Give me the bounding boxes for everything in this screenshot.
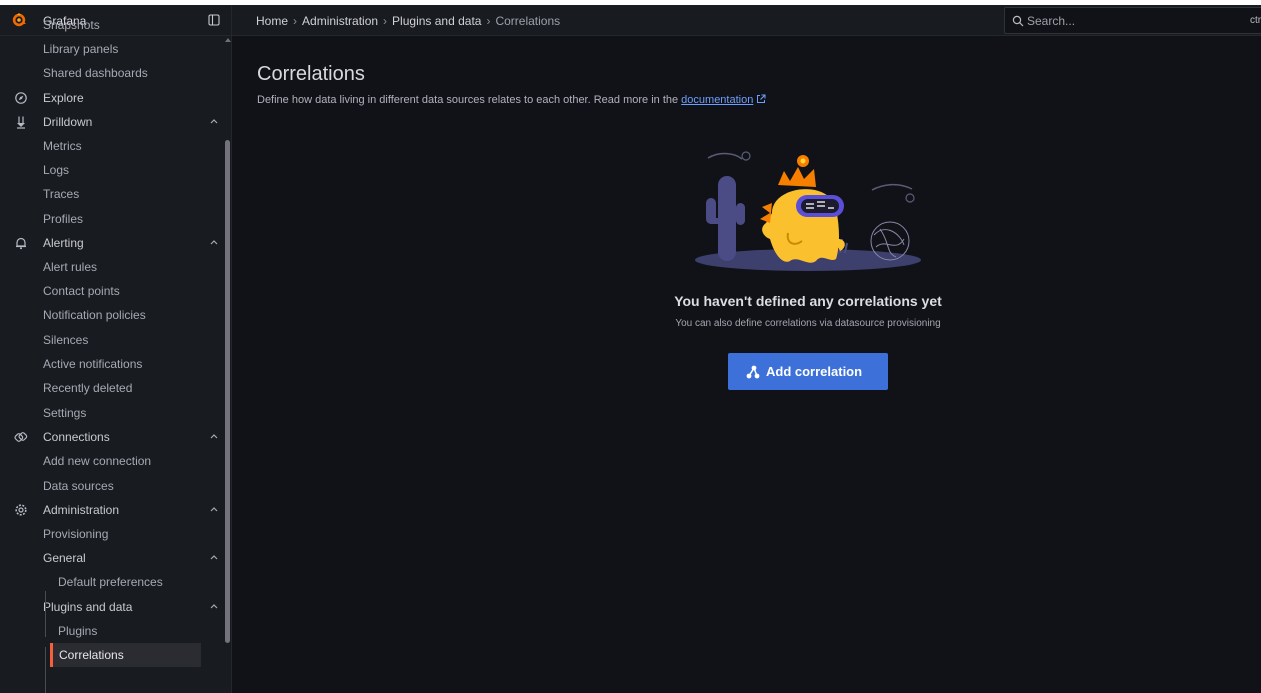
breadcrumb-chevron-icon: › (486, 14, 491, 28)
sidebar-item-data-sources[interactable]: Data sources (0, 474, 222, 498)
sidebar-item-label: Plugins (58, 624, 98, 638)
chevron-up-icon[interactable] (210, 239, 218, 245)
compass-icon (15, 92, 27, 104)
main-content: Correlations Define how data living in d… (232, 36, 1261, 693)
sidebar-item-label: Library panels (43, 42, 119, 56)
empty-state-title: You haven't defined any correlations yet (674, 293, 942, 309)
sidebar-item-label: Recently deleted (43, 381, 133, 395)
page-description: Define how data living in different data… (257, 94, 766, 106)
sidebar-item-plugins[interactable]: Plugins (0, 619, 222, 643)
sidebar-item-label: Shared dashboards (43, 66, 148, 80)
breadcrumb-current: Correlations (495, 14, 561, 28)
sidebar-item-label: Active notifications (43, 357, 143, 371)
add-correlation-button[interactable]: Add correlation (728, 353, 888, 390)
sidebar-item-metrics[interactable]: Metrics (0, 134, 222, 158)
chevron-up-icon[interactable] (210, 506, 218, 512)
sidebar-item-plugins-and-data[interactable]: Plugins and data (0, 595, 222, 619)
sidebar-item-label: Drilldown (43, 115, 93, 129)
sidebar-item-drilldown[interactable]: Drilldown (0, 110, 222, 134)
sidebar-item-label: Notification policies (43, 308, 146, 322)
sidebar-item-label: Administration (43, 503, 120, 517)
external-link-icon[interactable] (756, 94, 766, 104)
chevron-up-icon[interactable] (210, 118, 218, 124)
breadcrumb: Home › Administration › Plugins and data › Cor… (256, 14, 560, 28)
sidebar-item-label: Logs (43, 163, 70, 177)
add-correlation-label: Add correlation (766, 364, 863, 379)
sidebar-item-snapshots[interactable]: Snapshots (0, 13, 222, 37)
sidebar-item-label: Metrics (43, 139, 82, 153)
search-placeholder: Search... (1027, 14, 1076, 28)
drilldown-icon (17, 116, 25, 129)
search-icon (1012, 15, 1024, 27)
sidebar-item-logs[interactable]: Logs (0, 158, 222, 182)
page-title: Correlations (257, 63, 365, 85)
sidebar-item-library-panels[interactable]: Library panels (0, 37, 222, 61)
correlation-icon (746, 365, 760, 379)
search-input[interactable]: Search... ctrl+ (1004, 7, 1261, 34)
sidebar-item-contact-points[interactable]: Contact points (0, 279, 222, 303)
sidebar-item-general[interactable]: General (0, 546, 222, 570)
connections-icon (14, 432, 28, 442)
sidebar-item-label: Explore (43, 91, 84, 105)
nav-tree-line (45, 591, 46, 637)
nav-tree-line (45, 647, 46, 693)
grafana-app: Grafana Snapshots Library panels Shared da… (0, 5, 1261, 693)
breadcrumb-chevron-icon: › (293, 14, 298, 28)
breadcrumb-administration[interactable]: Administration (302, 14, 378, 28)
breadcrumb-chevron-icon: › (383, 14, 388, 28)
sidebar-item-recently-deleted[interactable]: Recently deleted (0, 376, 222, 400)
sidebar-item-default-preferences[interactable]: Default preferences (0, 570, 222, 594)
sidebar-item-profiles[interactable]: Profiles (0, 207, 222, 231)
sidebar-item-label: Silences (43, 333, 89, 347)
sidebar-item-connections[interactable]: Connections (0, 425, 222, 449)
sidebar-item-label: Plugins and data (43, 600, 133, 614)
chevron-up-icon[interactable] (210, 603, 218, 609)
top-bar: Home › Administration › Plugins and data › Cor… (232, 5, 1261, 36)
cog-icon (15, 504, 27, 516)
sidebar-item-label: Add new connection (43, 454, 152, 468)
sidebar-item-label: Correlations (59, 648, 124, 662)
sidebar-item-provisioning[interactable]: Provisioning (0, 522, 222, 546)
sidebar-item-settings[interactable]: Settings (0, 401, 222, 425)
sidebar-item-label: Settings (43, 406, 87, 420)
scroll-thumb[interactable] (225, 140, 230, 643)
documentation-link[interactable]: documentation (681, 94, 753, 106)
sidebar-item-label: Alert rules (43, 260, 98, 274)
sidebar-item-label: Data sources (43, 479, 114, 493)
bell-icon (16, 237, 26, 250)
sidebar-item-add-new-connection[interactable]: Add new connection (0, 449, 222, 473)
sidebar-item-label: Snapshots (43, 18, 100, 32)
sidebar-item-label: Provisioning (43, 527, 109, 541)
page-description-text: Define how data living in different data… (257, 94, 679, 106)
empty-state-subtitle: You can also define correlations via dat… (675, 318, 941, 329)
sidebar-item-notification-policies[interactable]: Notification policies (0, 303, 222, 327)
breadcrumb-plugins-and-data[interactable]: Plugins and data (392, 14, 481, 28)
sidebar-item-administration[interactable]: Administration (0, 498, 222, 522)
search-shortcut: ctrl+ (1250, 15, 1261, 26)
sidebar-item-label: Default preferences (58, 575, 163, 589)
sidebar-item-label: General (43, 551, 86, 565)
sidebar-item-traces[interactable]: Traces (0, 182, 222, 206)
sidebar-item-explore[interactable]: Explore (0, 86, 222, 110)
sidebar-scrollbar[interactable] (224, 38, 231, 693)
scroll-up-arrow-icon[interactable] (225, 38, 231, 42)
sidebar-item-silences[interactable]: Silences (0, 328, 222, 352)
chevron-up-icon[interactable] (210, 433, 218, 439)
sidebar-item-label: Connections (43, 430, 110, 444)
chevron-up-icon[interactable] (210, 554, 218, 560)
active-indicator (50, 643, 53, 667)
breadcrumb-home[interactable]: Home (256, 14, 288, 28)
sidebar-item-active-notifications[interactable]: Active notifications (0, 352, 222, 376)
sidebar-item-label: Alerting (43, 236, 84, 250)
sidebar-item-label: Contact points (43, 284, 120, 298)
sidebar-item-label: Profiles (43, 212, 84, 226)
sidebar-item-shared-dashboards[interactable]: Shared dashboards (0, 61, 222, 85)
sidebar-item-label: Traces (43, 187, 80, 201)
sidebar-item-alerting[interactable]: Alerting (0, 231, 222, 255)
sidebar: Grafana Snapshots Library panels Shared da… (0, 5, 232, 693)
sidebar-item-correlations[interactable]: Correlations (50, 643, 201, 667)
sidebar-item-alert-rules[interactable]: Alert rules (0, 255, 222, 279)
empty-state-illustration (695, 151, 921, 271)
